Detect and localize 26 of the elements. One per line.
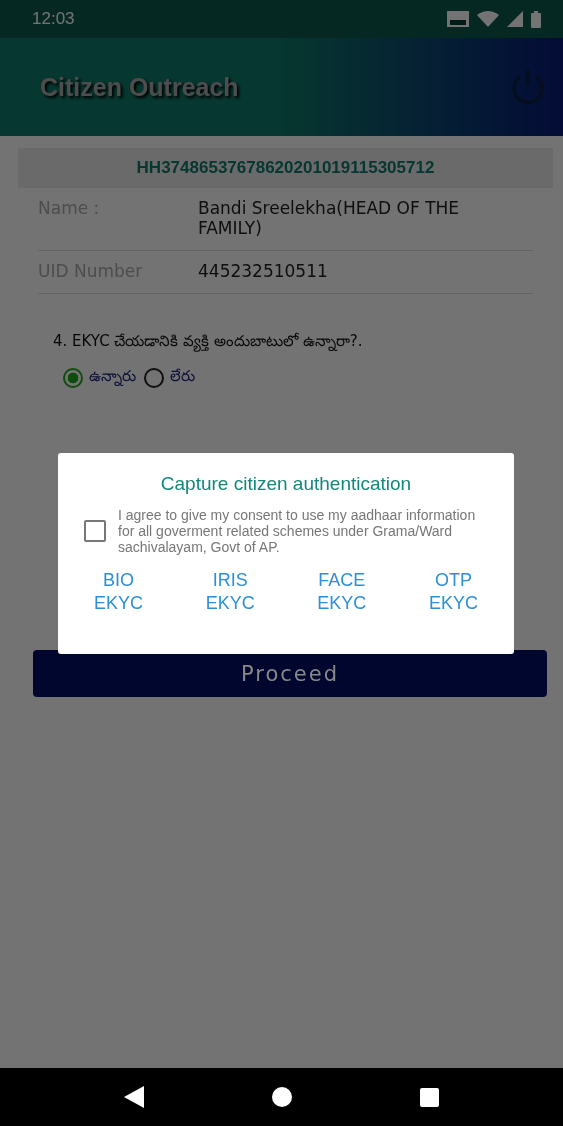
recents-icon[interactable]: [420, 1087, 439, 1107]
ekyc-button[interactable]: IRIS EKYC: [199, 569, 261, 615]
radio-label: లేరు: [170, 367, 195, 387]
ekyc-button[interactable]: FACE EKYC: [311, 569, 373, 615]
question-text: 4. EKYC చేయడానికి వ్యక్తి అందుబాటులో ఉన్నారా?.: [53, 332, 364, 353]
home-icon[interactable]: [272, 1087, 292, 1107]
dialog-title: Capture citizen authentication: [159, 473, 413, 495]
field-value: Bandi Sreelekha(HEAD OF THE FAMILY): [198, 198, 461, 238]
household-id: HH37486537678620201019115305712: [18, 148, 553, 188]
volte-icon: [447, 11, 469, 27]
consent-checkbox[interactable]: [84, 520, 106, 542]
status-time: 12:03: [32, 9, 75, 29]
ekyc-button[interactable]: BIO EKYC: [88, 569, 150, 615]
field-value: 445232510511: [198, 261, 328, 281]
app-title: Citizen Outreach: [40, 72, 239, 102]
radio-button[interactable]: [144, 367, 164, 388]
ekyc-button[interactable]: OTP EKYC: [422, 569, 484, 615]
wifi-icon: [477, 11, 499, 27]
back-icon[interactable]: [124, 1086, 144, 1108]
radio-option[interactable]: లేరు: [144, 367, 195, 388]
radio-option[interactable]: ఉన్నారు: [63, 367, 136, 388]
consent-text: I agree to give my consent to use my aadhaar information for all goverment related schemes under Grama/Ward sachivalayam, Govt of AP.: [118, 507, 477, 555]
signal-icon: [507, 11, 523, 27]
radio-label: ఉన్నారు: [89, 367, 136, 388]
battery-icon: [531, 10, 541, 28]
proceed-button[interactable]: Proceed: [33, 650, 547, 697]
